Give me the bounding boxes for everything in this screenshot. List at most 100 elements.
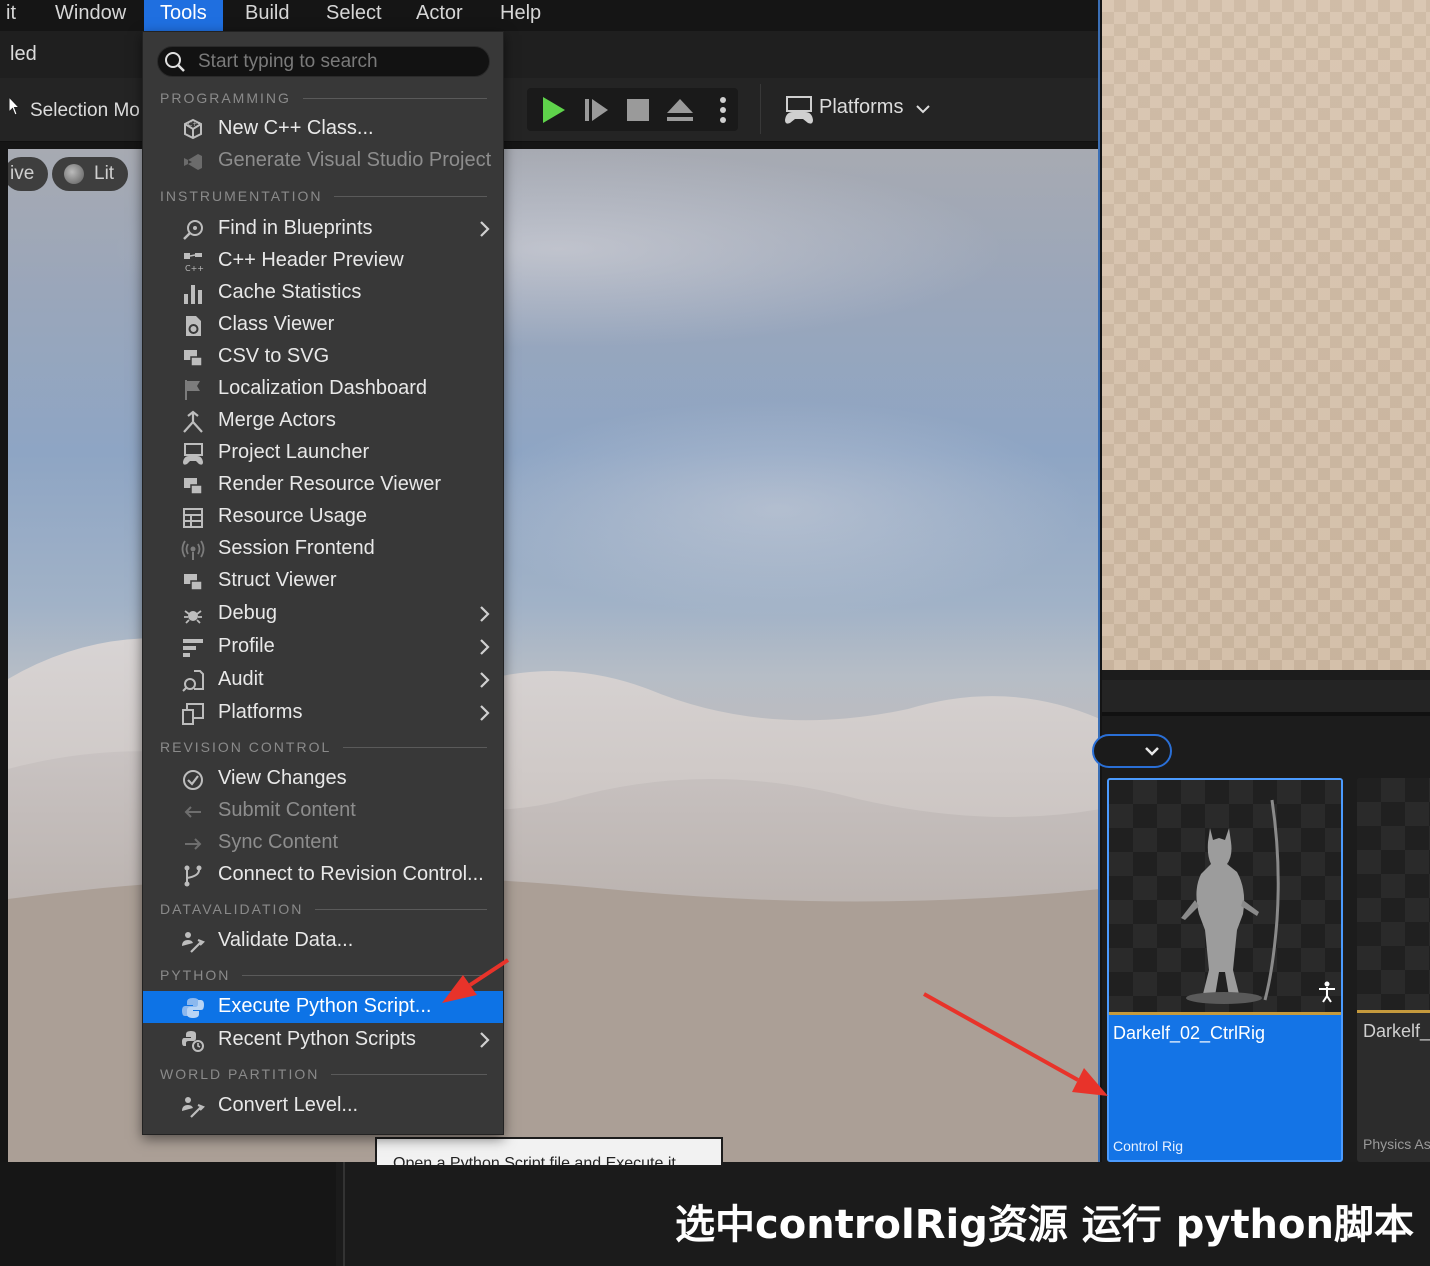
chevron-right-icon <box>478 604 492 624</box>
level-tab-title[interactable]: led <box>10 43 37 66</box>
check-circle-icon <box>181 768 205 792</box>
selection-mode-label: Selection Mo <box>30 100 140 121</box>
menu-csv-to-svg[interactable]: CSV to SVG <box>143 341 503 373</box>
menu-help[interactable]: Help <box>496 0 545 31</box>
gamepad-monitor-icon <box>181 442 205 466</box>
asset-name: Darkelf_02_CtrlRig <box>1113 1023 1266 1043</box>
bar-chart-icon <box>181 282 205 306</box>
table-icon <box>181 506 205 530</box>
menu-profile[interactable]: Profile <box>143 631 503 663</box>
play-controls <box>527 88 738 131</box>
menu-sync-content[interactable]: Sync Content <box>143 827 503 859</box>
cursor-icon <box>8 95 22 121</box>
chevron-right-icon <box>478 1030 492 1050</box>
menu-connect-revision-control[interactable]: Connect to Revision Control... <box>143 859 503 891</box>
chevron-right-icon <box>478 703 492 723</box>
section-world-partition: WORLD PARTITION <box>160 1065 490 1083</box>
visual-studio-icon <box>181 150 205 174</box>
viewport-realtime-pill[interactable]: ive <box>8 157 48 191</box>
python-icon <box>181 996 205 1020</box>
menu-build[interactable]: Build <box>241 0 293 31</box>
bottom-panel: 选中controlRig资源 运行 python脚本 <box>0 1162 1430 1266</box>
screenshot-root: it Window Tools Build Select Actor Help … <box>0 0 1430 1266</box>
section-programming: PROGRAMMING <box>160 89 490 107</box>
platforms-icon <box>181 702 205 726</box>
window-stack-icon <box>181 570 205 594</box>
menu-search-input[interactable] <box>198 49 478 75</box>
asset-tile-control-rig[interactable]: Darkelf_02_CtrlRig Control Rig <box>1107 778 1343 1162</box>
audit-search-icon <box>181 669 205 693</box>
character-figure-icon <box>1181 799 1280 1004</box>
menu-session-frontend[interactable]: Session Frontend <box>143 533 503 565</box>
bug-icon <box>181 603 205 627</box>
arrow-right-icon <box>181 832 205 856</box>
menu-tools[interactable]: Tools <box>144 0 223 31</box>
tooltip: Open a Python Script file and Execute it… <box>375 1137 723 1167</box>
menu-view-changes[interactable]: View Changes <box>143 763 503 795</box>
platforms-toolbar-button[interactable]: Platforms <box>760 84 930 134</box>
window-stack-icon <box>181 474 205 498</box>
chevron-down-icon <box>916 102 930 120</box>
menu-platforms[interactable]: Platforms <box>143 697 503 729</box>
platforms-toolbar-label: Platforms <box>819 96 904 118</box>
menu-merge-actors[interactable]: Merge Actors <box>143 405 503 437</box>
menu-execute-python-script[interactable]: Execute Python Script... <box>143 991 503 1023</box>
menu-cache-statistics[interactable]: Cache Statistics <box>143 277 503 309</box>
class-file-icon <box>181 314 205 338</box>
menu-edit[interactable]: it <box>2 0 20 31</box>
menu-recent-python-scripts[interactable]: Recent Python Scripts <box>143 1024 503 1056</box>
person-wrench-icon <box>181 930 205 954</box>
play-icon[interactable] <box>537 94 569 126</box>
person-wrench-icon <box>181 1095 205 1119</box>
flag-icon <box>181 378 205 402</box>
menu-resource-usage[interactable]: Resource Usage <box>143 501 503 533</box>
menu-new-cpp-class[interactable]: C++ New C++ Class... <box>143 113 503 145</box>
menu-project-launcher[interactable]: Project Launcher <box>143 437 503 469</box>
step-forward-icon[interactable] <box>581 94 613 126</box>
cpp-class-icon: C++ <box>181 118 205 142</box>
tooltip-text: Open a Python Script file and Execute it… <box>393 1155 681 1167</box>
window-stack-icon <box>181 346 205 370</box>
menu-validate-data[interactable]: Validate Data... <box>143 925 503 957</box>
menu-actor[interactable]: Actor <box>412 0 467 31</box>
menu-class-viewer[interactable]: Class Viewer <box>143 309 503 341</box>
menu-struct-viewer[interactable]: Struct Viewer <box>143 565 503 597</box>
asset-name: Darkelf_( <box>1363 1021 1430 1041</box>
menu-render-resource-viewer[interactable]: Render Resource Viewer <box>143 469 503 501</box>
control-rig-viewport[interactable] <box>1102 0 1430 670</box>
menu-window[interactable]: Window <box>51 0 130 31</box>
menu-convert-level[interactable]: Convert Level... <box>143 1090 503 1122</box>
menu-select[interactable]: Select <box>322 0 386 31</box>
stop-icon[interactable] <box>622 94 654 126</box>
menu-debug[interactable]: Debug <box>143 598 503 630</box>
asset-tile-physics-asset[interactable]: Darkelf_( Physics As <box>1357 778 1430 1162</box>
menu-submit-content[interactable]: Submit Content <box>143 795 503 827</box>
platforms-gamepad-icon <box>783 94 815 131</box>
tools-dropdown-menu: PROGRAMMING C++ New C++ Class... Generat… <box>142 31 504 1135</box>
menu-audit[interactable]: Audit <box>143 664 503 696</box>
chevron-down-icon <box>1144 738 1160 769</box>
find-blueprint-icon <box>181 218 205 242</box>
sphere-icon <box>64 164 84 184</box>
arrow-left-icon <box>181 800 205 824</box>
filter-dropdown[interactable] <box>1092 734 1172 768</box>
python-clock-icon <box>181 1029 205 1053</box>
eject-icon[interactable] <box>664 94 696 126</box>
menu-generate-vs-project[interactable]: Generate Visual Studio Project <box>143 145 503 177</box>
cpp-header-icon: C++ <box>181 250 205 274</box>
skeleton-rig-icon <box>1317 981 1337 1008</box>
viewport-lit-mode-pill[interactable]: Lit <box>52 157 128 191</box>
profile-bars-icon <box>181 636 205 660</box>
menu-localization-dashboard[interactable]: Localization Dashboard <box>143 373 503 405</box>
merge-icon <box>181 410 205 434</box>
menu-search-box <box>157 46 490 77</box>
menu-cpp-header-preview[interactable]: C++ C++ Header Preview <box>143 245 503 277</box>
section-python: PYTHON <box>160 966 490 984</box>
chevron-right-icon <box>478 219 492 239</box>
menu-find-in-blueprints[interactable]: Find in Blueprints <box>143 213 503 245</box>
selection-mode-button[interactable]: Selection Mo <box>8 95 140 122</box>
more-options-icon[interactable] <box>707 94 739 126</box>
svg-text:C++: C++ <box>185 264 204 273</box>
svg-text:C++: C++ <box>188 121 202 128</box>
search-icon <box>164 51 186 78</box>
